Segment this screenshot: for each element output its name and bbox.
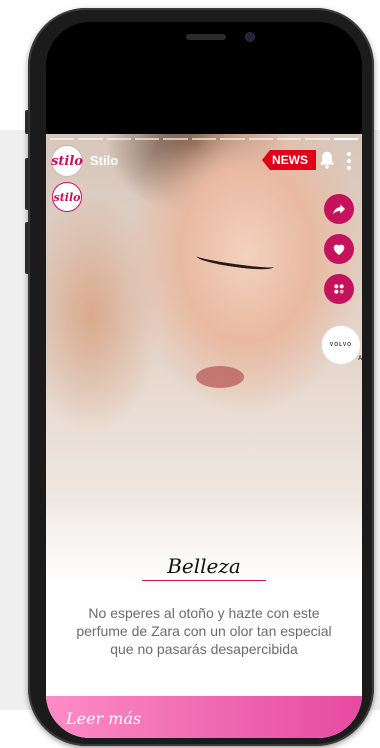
ad-brand-logo: VOLVO (322, 326, 360, 364)
ad-unit[interactable]: VOLVO AD (322, 326, 362, 368)
progress-segment (220, 138, 245, 140)
notch (122, 22, 286, 54)
photo-eye (195, 250, 275, 273)
progress-segment (276, 138, 302, 140)
progress-segment (248, 138, 273, 140)
progress-segment (50, 138, 75, 140)
ad-label: AD (358, 356, 362, 362)
react-button[interactable] (324, 274, 354, 304)
web-story[interactable]: stilo Stilo NEWS stilo VOLVO A Belleza N… (46, 134, 362, 738)
photo-lips (196, 366, 244, 388)
progress-segment (191, 138, 217, 140)
story-progress-bar (50, 138, 358, 140)
publisher-logo: stilo (52, 182, 82, 212)
volume-up-button (25, 158, 29, 210)
bell-icon[interactable] (316, 149, 338, 171)
phone-screen: stilo Stilo NEWS stilo VOLVO A Belleza N… (46, 22, 362, 738)
share-button[interactable] (324, 194, 354, 224)
mute-switch (25, 110, 29, 134)
progress-segment (163, 138, 188, 140)
speaker (186, 34, 226, 40)
progress-segment (135, 138, 160, 140)
news-badge: NEWS (262, 150, 316, 170)
front-camera (246, 33, 254, 41)
story-category: Belleza (167, 554, 241, 578)
heart-icon (333, 244, 345, 255)
progress-segment (305, 138, 330, 140)
share-icon (333, 204, 345, 215)
like-button[interactable] (324, 234, 354, 264)
brand-name[interactable]: Stilo (90, 153, 118, 168)
more-vertical-icon[interactable] (344, 150, 354, 172)
read-more-button[interactable]: Leer más (46, 696, 362, 738)
story-headline: No esperes al otoño y hazte con este per… (76, 605, 332, 657)
category-divider (142, 580, 266, 581)
volume-down-button (25, 222, 29, 274)
progress-segment (78, 138, 103, 140)
read-more-label: Leer más (66, 709, 142, 728)
story-header: stilo Stilo NEWS (51, 146, 356, 176)
progress-segment (333, 138, 358, 140)
progress-segment (106, 138, 132, 140)
side-actions (324, 194, 356, 314)
brand-avatar[interactable]: stilo (51, 146, 83, 176)
emoji-icon (334, 284, 344, 294)
